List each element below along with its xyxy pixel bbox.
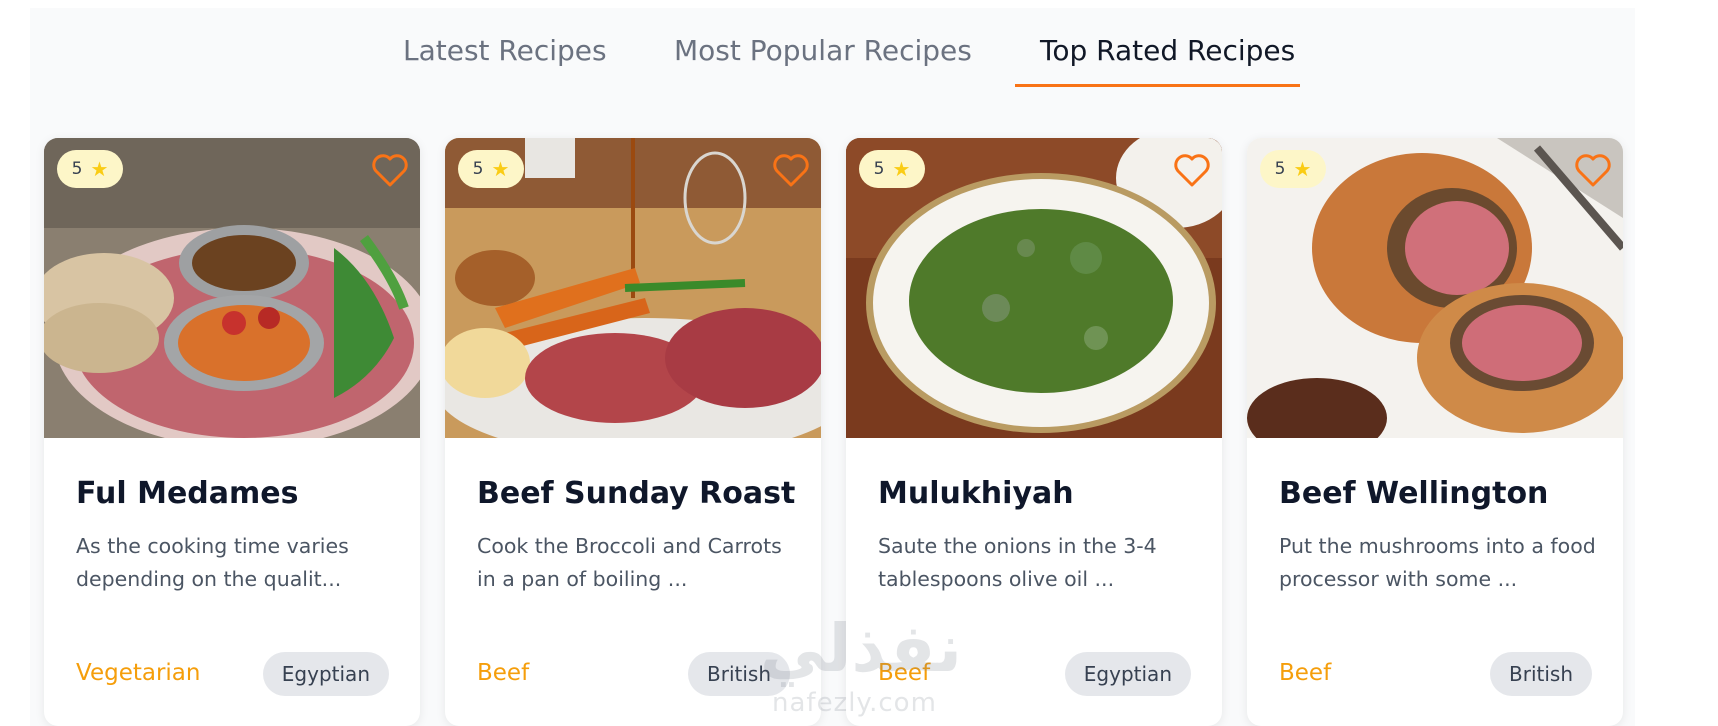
rating-badge: 5 ★ xyxy=(1260,150,1326,188)
recipe-area-badge: British xyxy=(688,652,790,696)
recipe-description: Cook the Broccoli and Carrots in a pan o… xyxy=(477,534,782,591)
star-icon: ★ xyxy=(90,157,109,181)
star-icon: ★ xyxy=(491,157,510,181)
rating-value: 5 xyxy=(71,159,83,179)
recipe-category: Beef xyxy=(878,660,931,686)
recipe-category: Beef xyxy=(1279,660,1332,686)
recipe-tabs: Latest Recipes Most Popular Recipes Top … xyxy=(30,8,1635,98)
heart-icon[interactable] xyxy=(1573,150,1613,190)
recipe-description: Put the mushrooms into a food processor … xyxy=(1279,534,1596,591)
rating-badge: 5 ★ xyxy=(57,150,123,188)
recipe-title[interactable]: Mulukhiyah xyxy=(878,476,1074,511)
recipe-image-mulukhiyah: 5 ★ xyxy=(846,138,1222,438)
recipe-description: Saute the onions in the 3-4 tablespoons … xyxy=(878,534,1157,591)
tab-latest-recipes[interactable]: Latest Recipes xyxy=(403,34,607,67)
rating-badge: 5 ★ xyxy=(859,150,925,188)
recipe-title[interactable]: Beef Wellington xyxy=(1279,476,1548,511)
recipe-image-beef-sunday-roast: 5 ★ xyxy=(445,138,821,438)
recipe-card[interactable]: 5 ★ Beef Sunday Roast Cook the Broccoli … xyxy=(445,138,821,726)
rating-value: 5 xyxy=(873,159,885,179)
recipe-area-badge: Egyptian xyxy=(262,652,389,696)
recipe-card[interactable]: 5 ★ Beef Wellington Put the mushrooms in… xyxy=(1247,138,1623,726)
recipe-card[interactable]: 5 ★ Ful Medames As the cooking time vari… xyxy=(44,138,420,726)
star-icon: ★ xyxy=(1293,157,1312,181)
star-icon: ★ xyxy=(892,157,911,181)
heart-icon[interactable] xyxy=(370,150,410,190)
recipe-title[interactable]: Beef Sunday Roast xyxy=(477,476,795,511)
recipes-panel: Latest Recipes Most Popular Recipes Top … xyxy=(30,8,1635,726)
recipe-description: As the cooking time varies depending on … xyxy=(76,534,349,591)
recipe-image-beef-wellington: 5 ★ xyxy=(1247,138,1623,438)
tab-most-popular-recipes[interactable]: Most Popular Recipes xyxy=(674,34,972,67)
recipe-category: Beef xyxy=(477,660,530,686)
rating-badge: 5 ★ xyxy=(458,150,524,188)
recipe-image-ful-medames: 5 ★ xyxy=(44,138,420,438)
recipe-category: Vegetarian xyxy=(76,660,201,686)
active-tab-indicator xyxy=(1015,84,1300,87)
recipe-area-badge: British xyxy=(1490,652,1592,696)
heart-icon[interactable] xyxy=(1172,150,1212,190)
recipe-card[interactable]: 5 ★ Mulukhiyah Saute the onions in the 3… xyxy=(846,138,1222,726)
recipe-title[interactable]: Ful Medames xyxy=(76,476,298,511)
tab-top-rated-recipes[interactable]: Top Rated Recipes xyxy=(1040,34,1295,67)
rating-value: 5 xyxy=(1274,159,1286,179)
heart-icon[interactable] xyxy=(771,150,811,190)
rating-value: 5 xyxy=(472,159,484,179)
recipe-area-badge: Egyptian xyxy=(1064,652,1191,696)
